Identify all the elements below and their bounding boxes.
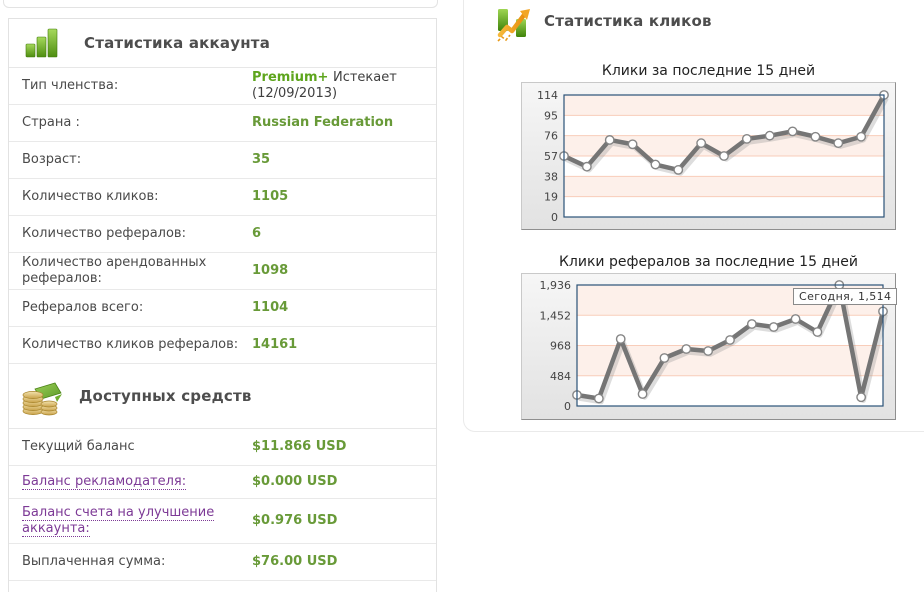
svg-text:1,936: 1,936 (540, 279, 572, 292)
click-stats-header: Статистика кликов (464, 0, 924, 48)
svg-text:1,452: 1,452 (540, 309, 572, 322)
funds-value: $11.866 USD (252, 439, 347, 454)
stat-label: Тип членства: (22, 78, 119, 93)
stat-row-clicks: Количество кликов: 1105 (9, 179, 436, 216)
svg-text:968: 968 (550, 340, 571, 353)
funds-value: $0.000 USD (252, 474, 338, 489)
funds-value: $76.00 USD (252, 554, 338, 569)
stat-label: Страна : (22, 115, 80, 130)
stat-label: Возраст: (22, 152, 82, 167)
previous-panel-bottom-edge (3, 0, 438, 8)
chart-referral-clicks-15-days: Клики рефералов за последние 15 дней 1,9… (521, 253, 898, 420)
account-stats-title: Статистика аккаунта (84, 34, 271, 52)
account-stats-header: Статистика аккаунта (9, 19, 436, 68)
chart-tooltip: Сегодня, 1,514 (793, 288, 898, 305)
chart-title: Клики за последние 15 дней (601, 63, 816, 79)
stat-value: 1104 (252, 300, 289, 315)
stat-row-total-referrals: Рефералов всего: 1104 (9, 290, 436, 327)
stat-label: Количество арендованных рефералов: (22, 255, 207, 286)
funds-label: Текущий баланс (22, 439, 135, 454)
trend-chart-icon (497, 9, 530, 42)
stat-row-referrals: Количество рефералов: 6 (9, 216, 436, 253)
stat-row-country: Страна : Russian Federation (9, 105, 436, 142)
stat-value: 35 (252, 152, 271, 167)
account-stats-panel: Статистика аккаунта Тип членства: Premiu… (8, 18, 437, 592)
click-stats-title: Статистика кликов (544, 12, 712, 30)
svg-text:0: 0 (551, 211, 558, 224)
stat-label: Рефералов всего: (22, 300, 144, 315)
stat-row-membership: Тип членства: Premium+ Истекает (12/09/2… (9, 68, 436, 105)
stat-row-age: Возраст: 35 (9, 142, 436, 179)
funds-value: $0.976 USD (252, 513, 338, 528)
svg-text:484: 484 (550, 370, 571, 383)
funds-label: Выплаченная сумма: (22, 554, 166, 569)
funds-header: Доступных средств (9, 364, 436, 429)
funds-title: Доступных средств (79, 387, 252, 405)
svg-text:19: 19 (544, 191, 558, 204)
upgrade-balance-link-wrap: Баланс счета на улучшение аккаунта: (22, 505, 252, 537)
funds-row-advertiser-balance: Баланс рекламодателя: $0.000 USD (9, 466, 436, 499)
stat-value: 14161 (252, 337, 298, 352)
svg-text:57: 57 (544, 150, 558, 163)
click-stats-panel: Статистика кликов Клики за последние 15 … (463, 0, 924, 432)
funds-row-upgrade-balance: Баланс счета на улучшение аккаунта: $0.9… (9, 499, 436, 544)
stat-value: Russian Federation (252, 115, 394, 130)
stat-label: Количество рефералов: (22, 226, 186, 241)
clicks-line-chart[interactable]: 114 95 76 57 38 19 0 (521, 82, 896, 230)
svg-text:95: 95 (544, 109, 558, 122)
svg-text:76: 76 (544, 130, 558, 143)
svg-text:38: 38 (544, 170, 558, 183)
stat-label: Количество кликов: (22, 189, 159, 204)
stat-label: Количество кликов рефералов: (22, 337, 239, 352)
stat-value: 6 (252, 226, 262, 241)
svg-text:114: 114 (537, 89, 558, 102)
stat-value: 1105 (252, 189, 289, 204)
stat-value: 1098 (252, 263, 289, 278)
bar-chart-icon (25, 28, 58, 58)
coins-icon (22, 382, 62, 416)
funds-row-paid-total: Выплаченная сумма: $76.00 USD (9, 544, 436, 581)
advertiser-balance-link[interactable]: Баланс рекламодателя: (22, 474, 187, 490)
advertiser-balance-link-wrap: Баланс рекламодателя: (22, 474, 252, 490)
stat-row-referral-clicks: Количество кликов рефералов: 14161 (9, 327, 436, 364)
stat-row-rented-referrals: Количество арендованных рефералов: 1098 (9, 253, 436, 290)
chart-clicks-15-days: Клики за последние 15 дней 114 95 76 57 38 19… (521, 62, 896, 230)
membership-type: Premium+ (252, 70, 329, 85)
stat-value: Premium+ Истекает (12/09/2013) (252, 70, 426, 102)
svg-text:0: 0 (564, 400, 571, 413)
funds-row-balance: Текущий баланс $11.866 USD (9, 429, 436, 466)
upgrade-balance-link[interactable]: Баланс счета на улучшение аккаунта: (22, 505, 215, 537)
chart-title: Клики рефералов за последние 15 дней (558, 254, 858, 270)
